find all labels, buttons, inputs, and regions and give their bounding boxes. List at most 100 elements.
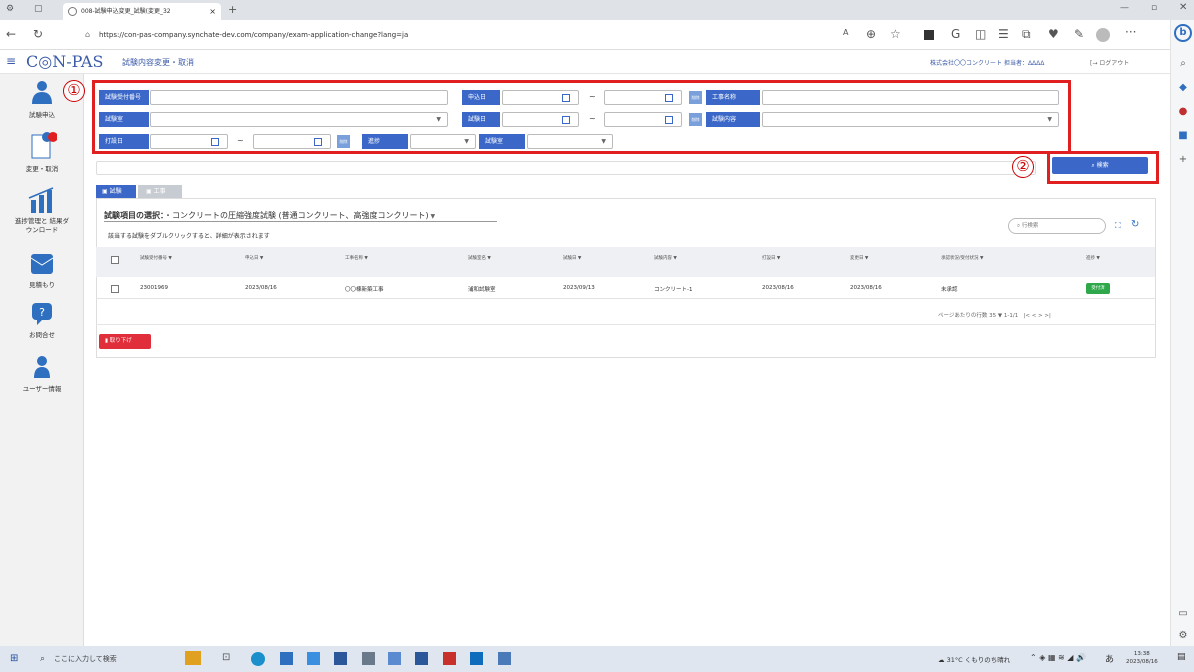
app-logo[interactable]: C◎N-PAS bbox=[26, 52, 103, 71]
taskview-icon[interactable]: ⊡ bbox=[222, 652, 230, 663]
back-icon[interactable]: ← bbox=[6, 27, 16, 41]
extension-icon[interactable] bbox=[924, 30, 934, 40]
refresh-icon[interactable]: ↻ bbox=[33, 27, 43, 41]
app2-icon[interactable] bbox=[388, 652, 401, 665]
calendar-icon[interactable] bbox=[665, 116, 673, 124]
tab-actions-icon[interactable]: ▢ bbox=[34, 4, 43, 14]
cast-date-from-input[interactable] bbox=[150, 134, 228, 149]
restore-icon[interactable]: ▫ bbox=[1151, 3, 1157, 13]
search-button[interactable]: ⌕ 検索 bbox=[1052, 157, 1148, 174]
bing-copilot-icon[interactable]: b bbox=[1174, 24, 1192, 42]
hide-sidebar-icon[interactable]: ▭ bbox=[1177, 608, 1189, 620]
split-screen-icon[interactable]: ◫ bbox=[975, 27, 986, 41]
apply-date-clear-button[interactable]: 削除 bbox=[689, 91, 702, 104]
outlook-icon[interactable]: ■ bbox=[1177, 130, 1189, 142]
app-icon[interactable] bbox=[362, 652, 375, 665]
page-nav-controls[interactable]: |< < > >| bbox=[1023, 313, 1050, 319]
ime-indicator[interactable]: あ bbox=[1105, 652, 1114, 665]
col-exam-date[interactable]: 試験日 ▼ bbox=[563, 255, 581, 261]
refresh-table-icon[interactable]: ↻ bbox=[1131, 219, 1139, 230]
sidebar-item-change-cancel[interactable]: 変更・取消 bbox=[0, 130, 84, 173]
calendar-icon[interactable] bbox=[562, 94, 570, 102]
col-apply-date[interactable]: 申込日 ▼ bbox=[245, 255, 263, 261]
notification-icon[interactable]: ▤ bbox=[1177, 652, 1186, 662]
browser-essentials-icon[interactable]: ♥ bbox=[1048, 27, 1059, 41]
favorites-bar-icon[interactable]: ☰ bbox=[998, 27, 1009, 41]
col-progress[interactable]: 進捗 ▼ bbox=[1086, 255, 1100, 261]
exam-number-input[interactable] bbox=[150, 90, 448, 105]
workspace-icon[interactable]: ⚙ bbox=[6, 4, 14, 14]
col-cast-date[interactable]: 打設日 ▼ bbox=[762, 255, 780, 261]
col-lab-name[interactable]: 試験室名 ▼ bbox=[468, 255, 491, 261]
select-all-checkbox[interactable] bbox=[111, 256, 119, 264]
edge-icon[interactable] bbox=[251, 652, 265, 666]
lab2-select[interactable]: ▼ bbox=[527, 134, 613, 149]
shopping-icon[interactable]: ◆ bbox=[1177, 82, 1189, 94]
exam-item-selector[interactable]: 試験項目の選択：・コンクリートの圧縮強度試験 (普通コンクリート、高強度コンクリ… bbox=[104, 210, 435, 221]
new-tab-button[interactable]: + bbox=[228, 3, 237, 16]
more-icon[interactable]: ··· bbox=[1125, 25, 1136, 39]
tools-icon[interactable]: ● bbox=[1177, 106, 1189, 118]
logout-link[interactable]: [→ ログアウト bbox=[1090, 58, 1129, 67]
sidebar-item-contact[interactable]: ? お問合せ bbox=[0, 300, 84, 339]
menu-icon[interactable]: ≡ bbox=[6, 54, 16, 68]
browser-tab[interactable]: 008-試験申込変更_試験(変更_32 × bbox=[63, 3, 221, 20]
exam-date-to-input[interactable] bbox=[604, 112, 682, 127]
store-icon[interactable] bbox=[280, 652, 293, 665]
read-aloud-icon[interactable]: A bbox=[843, 28, 848, 37]
zoom-icon[interactable]: ⊕ bbox=[866, 27, 876, 41]
exam-date-from-input[interactable] bbox=[502, 112, 579, 127]
acrobat-icon[interactable] bbox=[443, 652, 456, 665]
calendar-icon[interactable] bbox=[314, 138, 322, 146]
file-explorer-icon[interactable] bbox=[334, 652, 347, 665]
lab-select[interactable]: ▼ bbox=[150, 112, 448, 127]
expand-icon[interactable]: ⛶ bbox=[1115, 221, 1121, 231]
taskbar-search[interactable]: ⌕ ここに入力して検索 bbox=[36, 649, 170, 669]
collections-icon[interactable]: ⧉ bbox=[1022, 27, 1031, 42]
exam-date-clear-button[interactable]: 削除 bbox=[689, 113, 702, 126]
project-name-input[interactable] bbox=[762, 90, 1059, 105]
calendar-icon[interactable] bbox=[211, 138, 219, 146]
tab-project[interactable]: ▣ 工事 bbox=[138, 185, 182, 198]
windows-start-icon[interactable]: ⊞ bbox=[10, 653, 18, 664]
teams-icon[interactable] bbox=[498, 652, 511, 665]
exam-content-select[interactable]: ▼ bbox=[762, 112, 1059, 127]
withdraw-button[interactable]: ▮ 取り下げ bbox=[99, 334, 151, 349]
taskbar-app-icon[interactable] bbox=[185, 651, 201, 665]
search-sidebar-icon[interactable]: ⌕ bbox=[1177, 58, 1189, 70]
word-icon[interactable] bbox=[415, 652, 428, 665]
copilot-extension-icon[interactable]: ✎ bbox=[1074, 27, 1084, 41]
sidebar-item-progress[interactable]: 進捗管理と 結果ダ ウンロード bbox=[0, 186, 84, 235]
row-search-input[interactable]: ⌕ 行検索 bbox=[1008, 218, 1106, 234]
col-exam-number[interactable]: 試験受付番号 ▼ bbox=[140, 255, 172, 261]
clock[interactable]: 13:38 2023/08/16 bbox=[1126, 650, 1158, 666]
extension2-icon[interactable]: G bbox=[951, 27, 960, 41]
outlook-taskbar-icon[interactable] bbox=[470, 652, 483, 665]
weather-widget[interactable]: ☁ 31°C くもりのち晴れ bbox=[938, 654, 1010, 664]
add-sidebar-icon[interactable]: + bbox=[1177, 154, 1189, 166]
url-field[interactable]: ⌂ https://con-pas-company.synchate-dev.c… bbox=[83, 25, 843, 45]
tab-exam[interactable]: ▣ 試験 bbox=[96, 185, 136, 198]
apply-date-from-input[interactable] bbox=[502, 90, 579, 105]
cast-date-to-input[interactable] bbox=[253, 134, 331, 149]
apply-date-to-input[interactable] bbox=[604, 90, 682, 105]
calendar-icon[interactable] bbox=[562, 116, 570, 124]
col-approval-status[interactable]: 承認状況/受付状況 ▼ bbox=[941, 255, 983, 261]
minimize-icon[interactable]: — bbox=[1120, 3, 1129, 13]
tab-close-icon[interactable]: × bbox=[209, 3, 216, 20]
col-exam-content[interactable]: 試験内容 ▼ bbox=[654, 255, 677, 261]
sidebar-item-estimate[interactable]: 見積もり bbox=[0, 250, 84, 289]
settings-icon[interactable]: ⚙ bbox=[1177, 630, 1189, 642]
calendar-icon[interactable] bbox=[665, 94, 673, 102]
row-checkbox[interactable] bbox=[111, 285, 119, 293]
progress-select[interactable]: ▼ bbox=[410, 134, 476, 149]
sidebar-item-user-info[interactable]: ユーザー情報 bbox=[0, 354, 84, 393]
col-project-name[interactable]: 工事名称 ▼ bbox=[345, 255, 368, 261]
mail-icon[interactable] bbox=[307, 652, 320, 665]
col-change-date[interactable]: 変更日 ▼ bbox=[850, 255, 868, 261]
favorite-icon[interactable]: ☆ bbox=[890, 27, 901, 41]
rows-per-page-select[interactable]: 35 ▼ bbox=[989, 313, 1002, 319]
cast-date-clear-button[interactable]: 削除 bbox=[337, 135, 350, 148]
profile-avatar[interactable] bbox=[1096, 28, 1110, 42]
close-window-icon[interactable]: ✕ bbox=[1179, 2, 1187, 13]
